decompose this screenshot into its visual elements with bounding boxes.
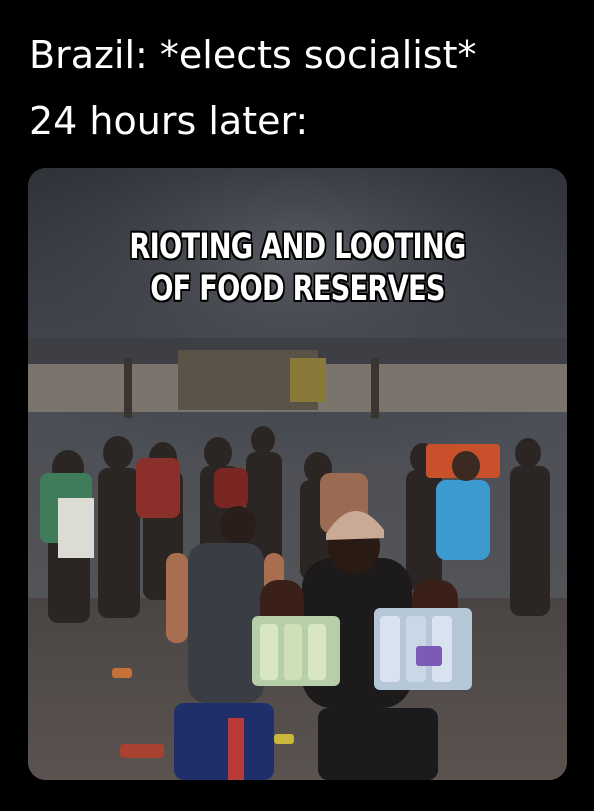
blue-shirt-person-head [452,451,480,481]
debris-red [120,744,164,758]
red-shirt-person [136,458,180,518]
caption-line-2: 24 hours later: [29,99,309,143]
meme-photo: RIOTING AND LOOTING OF FOOD RESERVES [28,168,567,780]
overlay-caption: RIOTING AND LOOTING OF FOOD RESERVES [87,226,507,310]
pillar-left [124,358,132,418]
carried-goods-right [374,608,472,690]
debris-orange [112,668,132,678]
blue-shirt-person [436,480,490,560]
overlay-caption-line-1: RIOTING AND LOOTING [129,227,466,267]
carried-goods-left [252,616,340,686]
overlay-caption-line-2: OF FOOD RESERVES [150,269,445,309]
pillar-right [371,358,379,418]
caption-line-1: Brazil: *elects socialist* [29,33,477,77]
debris-yellow [274,734,294,744]
red-shirt-person-2 [214,468,248,508]
goods-box-yellow [290,358,326,402]
meme-caption: Brazil: *elects socialist* 24 hours late… [29,22,477,154]
smoke-cloud [28,168,567,468]
white-box-stack [58,498,94,558]
